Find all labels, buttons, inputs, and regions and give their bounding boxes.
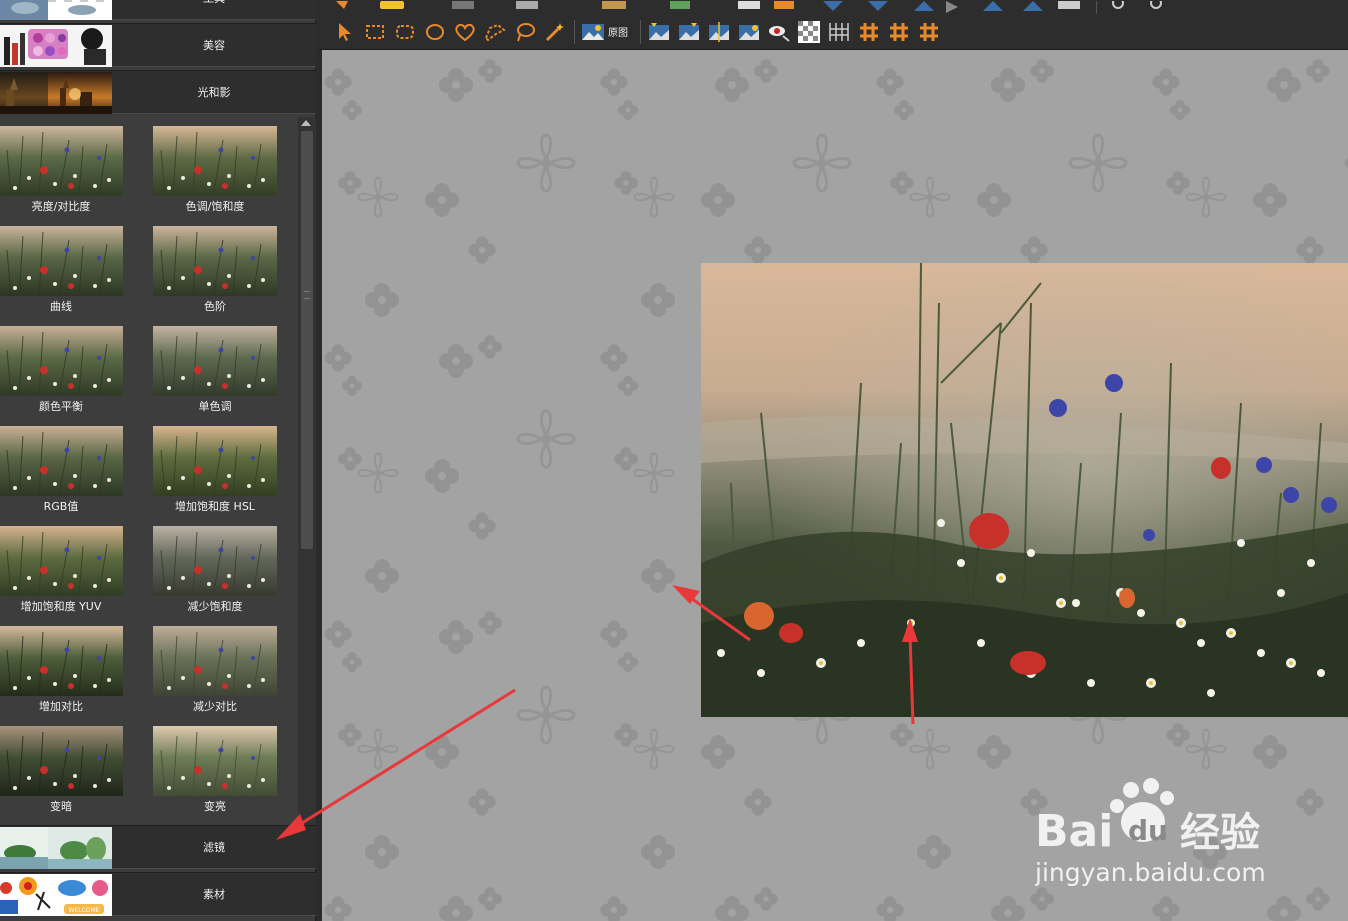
category-beauty-label: 美容 (203, 39, 225, 52)
effect-label: 曲线 (50, 300, 72, 313)
heart-select-icon[interactable] (452, 19, 478, 45)
category-material[interactable]: WELCOME 素材 (0, 872, 316, 916)
effect-item[interactable]: 减少饱和度 (153, 517, 303, 617)
main-toolbar: 原图 (318, 14, 1348, 50)
rotate-left-icon[interactable] (646, 19, 672, 45)
category-filter[interactable]: 滤镜 (0, 825, 316, 869)
effect-item[interactable]: 减少对比 (153, 617, 303, 717)
original-image-label[interactable]: 原图 (608, 24, 628, 39)
effect-thumbnail (153, 126, 277, 196)
image-canvas[interactable]: Bai du 经验 jingyan.baidu.com (322, 50, 1348, 921)
effect-item[interactable]: 增加对比 (0, 617, 150, 717)
effect-item[interactable]: 曲线 (0, 217, 150, 317)
original-image-icon[interactable] (580, 19, 606, 45)
toolbar-separator (574, 20, 575, 44)
baidu-jingyan-watermark: Bai du 经验 jingyan.baidu.com (1034, 778, 1335, 888)
effect-item[interactable]: 色阶 (153, 217, 303, 317)
category-beauty-thumbnail (0, 25, 112, 67)
effect-thumbnail (0, 626, 123, 696)
effect-label: 增加对比 (39, 700, 83, 713)
grid-medium-icon[interactable] (886, 19, 912, 45)
effect-item[interactable]: RGB值 (0, 417, 150, 517)
effect-thumbnail (153, 326, 277, 396)
effect-item[interactable]: 单色调 (153, 317, 303, 417)
effect-item[interactable]: 颜色平衡 (0, 317, 150, 417)
effect-label: 减少对比 (193, 700, 237, 713)
effect-label: 色阶 (204, 300, 226, 313)
effect-label: 增加饱和度 YUV (20, 600, 102, 613)
magic-wand-icon[interactable] (542, 19, 568, 45)
lasso-icon[interactable] (512, 19, 538, 45)
grid-lines-icon[interactable] (826, 19, 852, 45)
left-panel: 工具 美容 (0, 0, 316, 921)
photo-editor-window: 工具 美容 (0, 0, 1348, 921)
effects-scrollbar[interactable] (298, 117, 316, 825)
polygon-lasso-icon[interactable] (482, 19, 508, 45)
effect-label: 变亮 (204, 800, 226, 813)
effect-thumbnail (0, 326, 123, 396)
red-eye-icon[interactable] (766, 19, 792, 45)
effect-thumbnail (153, 226, 277, 296)
pointer-tool-icon[interactable] (332, 19, 358, 45)
effect-label: 增加饱和度 HSL (175, 500, 255, 513)
effect-label: 颜色平衡 (39, 400, 83, 413)
main-toolbar-top (318, 0, 1348, 14)
flip-horizontal-icon[interactable] (706, 19, 732, 45)
effects-grid: 亮度/对比度 色调/饱和度曲线 色阶颜色平衡 单色调 RGB值 增加饱和度 HSL 增加饱和… (0, 117, 316, 825)
category-tools-thumbnail (0, 0, 112, 20)
transparent-background-icon[interactable] (796, 19, 822, 45)
effect-label: 单色调 (198, 400, 232, 413)
effect-thumbnail (0, 126, 123, 196)
effect-label: RGB值 (43, 500, 79, 513)
category-tools-label: 工具 (112, 0, 316, 21)
effect-item[interactable]: 亮度/对比度 (0, 117, 150, 217)
rect-select-icon[interactable] (362, 19, 388, 45)
effect-thumbnail (0, 226, 123, 296)
category-material-label: 素材 (203, 888, 225, 901)
effect-label: 亮度/对比度 (31, 200, 91, 213)
rotate-right-icon[interactable] (676, 19, 702, 45)
svg-text:du: du (1128, 814, 1168, 847)
toolbar-separator (640, 20, 641, 44)
category-filter-label: 滤镜 (203, 841, 225, 854)
flip-vertical-icon[interactable] (736, 19, 762, 45)
category-light-shadow-thumbnail (0, 72, 112, 114)
svg-text:Bai: Bai (1035, 806, 1113, 857)
effect-item[interactable]: 变亮 (153, 717, 303, 817)
category-filter-thumbnail (0, 827, 112, 869)
scroll-up-arrow-icon[interactable] (301, 120, 311, 126)
effect-thumbnail (153, 726, 277, 796)
effect-thumbnail (153, 426, 277, 496)
ellipse-select-icon[interactable] (422, 19, 448, 45)
effect-thumbnail (153, 626, 277, 696)
svg-text:jingyan.baidu.com: jingyan.baidu.com (1035, 858, 1266, 887)
effect-item[interactable]: 色调/饱和度 (153, 117, 303, 217)
category-light-shadow[interactable]: 光和影 (0, 70, 316, 114)
category-material-thumbnail: WELCOME (0, 874, 112, 916)
scroll-thumb[interactable] (301, 131, 313, 549)
effect-thumbnail (0, 526, 123, 596)
effect-thumbnail (0, 726, 123, 796)
category-beauty[interactable]: 美容 (0, 23, 316, 67)
grid-large-icon[interactable] (916, 19, 942, 45)
effect-label: 变暗 (50, 800, 72, 813)
rounded-rect-select-icon[interactable] (392, 19, 418, 45)
scroll-grip-icon (304, 291, 310, 299)
grid-small-icon[interactable] (856, 19, 882, 45)
svg-text:WELCOME: WELCOME (69, 907, 100, 914)
effect-thumbnail (0, 426, 123, 496)
effect-label: 色调/饱和度 (185, 200, 245, 213)
category-tools[interactable]: 工具 (0, 0, 316, 20)
effect-label: 减少饱和度 (187, 600, 243, 613)
svg-text:经验: 经验 (1180, 810, 1260, 856)
meadow-photo[interactable] (701, 263, 1348, 717)
effect-thumbnail (153, 526, 277, 596)
effect-item[interactable]: 变暗 (0, 717, 150, 817)
category-light-shadow-label: 光和影 (197, 86, 231, 99)
effect-item[interactable]: 增加饱和度 HSL (153, 417, 303, 517)
effect-item[interactable]: 增加饱和度 YUV (0, 517, 150, 617)
